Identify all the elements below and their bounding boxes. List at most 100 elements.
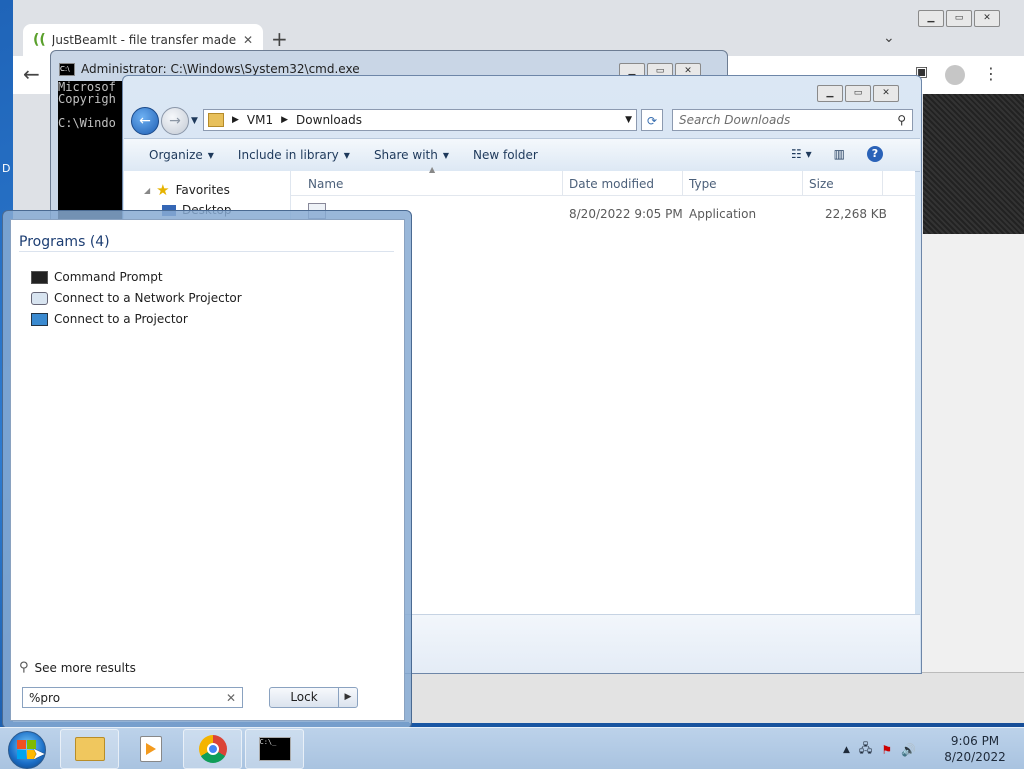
tab-close-icon[interactable]: ✕ [243,33,253,47]
program-label: Connect to a Projector [54,312,188,326]
refresh-icon[interactable]: ⟳ [641,109,663,131]
help-icon[interactable]: ? [866,146,883,162]
taskbar-cmd-button[interactable]: C:\_ [245,729,304,769]
include-label: Include in library [237,148,339,162]
cmd-title: Administrator: C:\Windows\System32\cmd.e… [81,62,360,76]
breadcrumb-downloads[interactable]: Downloads [296,113,362,127]
file-size: 22,268 KB [825,207,887,221]
nav-favorites[interactable]: ◢ ★ Favorites [144,181,230,199]
desktop-partial-label: D [2,162,11,175]
back-arrow-icon[interactable]: ← [23,62,40,86]
see-more-results-link[interactable]: ⚲ See more results [19,660,136,675]
program-label: Command Prompt [54,270,163,284]
maximize-icon[interactable]: ▭ [845,85,871,102]
page-footer-area [409,672,1024,723]
minimize-icon[interactable]: ▁ [918,10,944,27]
favorites-label: Favorites [175,183,230,197]
search-icon[interactable]: ⚲ [897,113,906,127]
back-arrow-icon[interactable]: ← [131,107,159,135]
history-nav: ← → ▼ [131,107,198,135]
view-controls: ☷ ▾ ▥ ? [791,146,883,162]
lock-button[interactable]: Lock ▶ [269,687,358,708]
address-dropdown-icon[interactable]: ▼ [625,115,632,125]
mouse-cursor-icon: ➤ [32,744,46,763]
cmd-titlebar[interactable]: C:\ Administrator: C:\Windows\System32\c… [59,62,360,76]
taskbar-explorer-button[interactable] [60,729,119,769]
share-label: Share with [373,148,438,162]
folder-icon [208,113,224,127]
maximize-icon[interactable]: ▭ [946,10,972,27]
search-icon: ⚲ [19,660,29,675]
chevron-down-icon: ▼ [442,150,449,160]
chevron-down-icon: ▼ [343,150,350,160]
file-type: Application [689,207,757,221]
system-tray: ▲ 🖧 ⚑ 🔊 [843,739,916,760]
search-results-panel: Programs (4) Command Prompt Connect to a… [10,219,405,721]
search-input[interactable]: Search Downloads ⚲ [672,109,913,131]
clock-date: 8/20/2022 [944,750,1006,764]
chevron-down-icon: ▼ [207,150,214,160]
clear-search-icon[interactable]: ✕ [226,691,236,705]
start-search-input[interactable]: %pro ✕ [22,687,243,708]
forward-arrow-icon[interactable]: → [161,107,189,135]
taskbar-media-player-button[interactable] [121,729,180,769]
chrome-window-controls: ▁ ▭ ✕ [918,10,1000,27]
projector-icon [31,312,48,326]
cmd-app-icon: C:\ [59,62,75,76]
page-dark-banner [923,94,1024,234]
divider [19,251,394,252]
cmd-icon [31,270,48,284]
program-label: Connect to a Network Projector [54,291,242,305]
include-in-library-button[interactable]: Include in library ▼ [238,148,350,162]
taskbar-chrome-button[interactable] [183,729,242,769]
tab-search-button[interactable]: ⌄ [883,30,895,46]
see-more-label: See more results [34,660,136,675]
windows-logo-icon [17,740,26,749]
star-icon: ★ [156,181,170,199]
new-folder-button[interactable]: New folder [473,148,538,162]
page-content-area [920,234,1024,722]
folder-icon [74,737,105,761]
program-projector[interactable]: Connect to a Projector [31,312,188,326]
network-projector-icon [31,291,48,305]
preview-pane-icon[interactable]: ▥ [834,147,845,161]
volume-icon[interactable]: 🔊 [901,743,916,757]
expand-icon[interactable]: ◢ [144,186,150,195]
profile-avatar[interactable] [945,65,965,85]
search-value: %pro [29,690,61,705]
organize-button[interactable]: Organize ▼ [149,148,214,162]
address-bar[interactable]: ▶ VM1 ▶ Downloads ▼ [203,109,637,131]
recent-pages-icon[interactable]: ▼ [191,116,198,126]
tray-clock[interactable]: 9:06 PM 8/20/2022 [940,733,1010,765]
view-options-icon[interactable]: ☷ ▾ [791,147,812,161]
browser-tab-title: JustBeamIt - file transfer made e [51,33,237,47]
close-icon[interactable]: ✕ [974,10,1000,27]
program-command-prompt[interactable]: Command Prompt [31,270,163,284]
program-network-projector[interactable]: Connect to a Network Projector [31,291,242,305]
chevron-right-icon[interactable]: ▶ [232,115,239,125]
share-with-button[interactable]: Share with ▼ [374,148,449,162]
start-menu: Programs (4) Command Prompt Connect to a… [2,210,412,729]
programs-header[interactable]: Programs (4) [19,234,110,250]
chrome-icon [198,735,227,763]
explorer-window-controls: ▁ ▭ ✕ [817,85,899,102]
media-player-icon [139,736,162,762]
breadcrumb-vm1[interactable]: VM1 [247,113,273,127]
new-folder-label: New folder [473,148,538,162]
minimize-icon[interactable]: ▁ [817,85,843,102]
network-icon[interactable]: 🖧 [859,739,872,760]
chevron-right-icon[interactable]: ▶ [281,115,288,125]
lock-label: Lock [290,690,318,704]
organize-label: Organize [149,148,203,162]
show-hidden-icons[interactable]: ▲ [843,745,850,755]
new-tab-button[interactable]: + [271,27,288,51]
clock-time: 9:06 PM [950,734,1000,748]
action-center-icon[interactable]: ⚑ [881,743,892,757]
close-icon[interactable]: ✕ [873,85,899,102]
cmd-icon: C:\_ [258,737,291,761]
file-date: 8/20/2022 9:05 PM [569,207,683,221]
search-placeholder: Search Downloads [679,113,791,127]
site-favicon-icon: (( [33,32,46,48]
chrome-menu-button[interactable]: ⋮ [983,64,999,83]
power-options-arrow-icon[interactable]: ▶ [338,688,357,707]
